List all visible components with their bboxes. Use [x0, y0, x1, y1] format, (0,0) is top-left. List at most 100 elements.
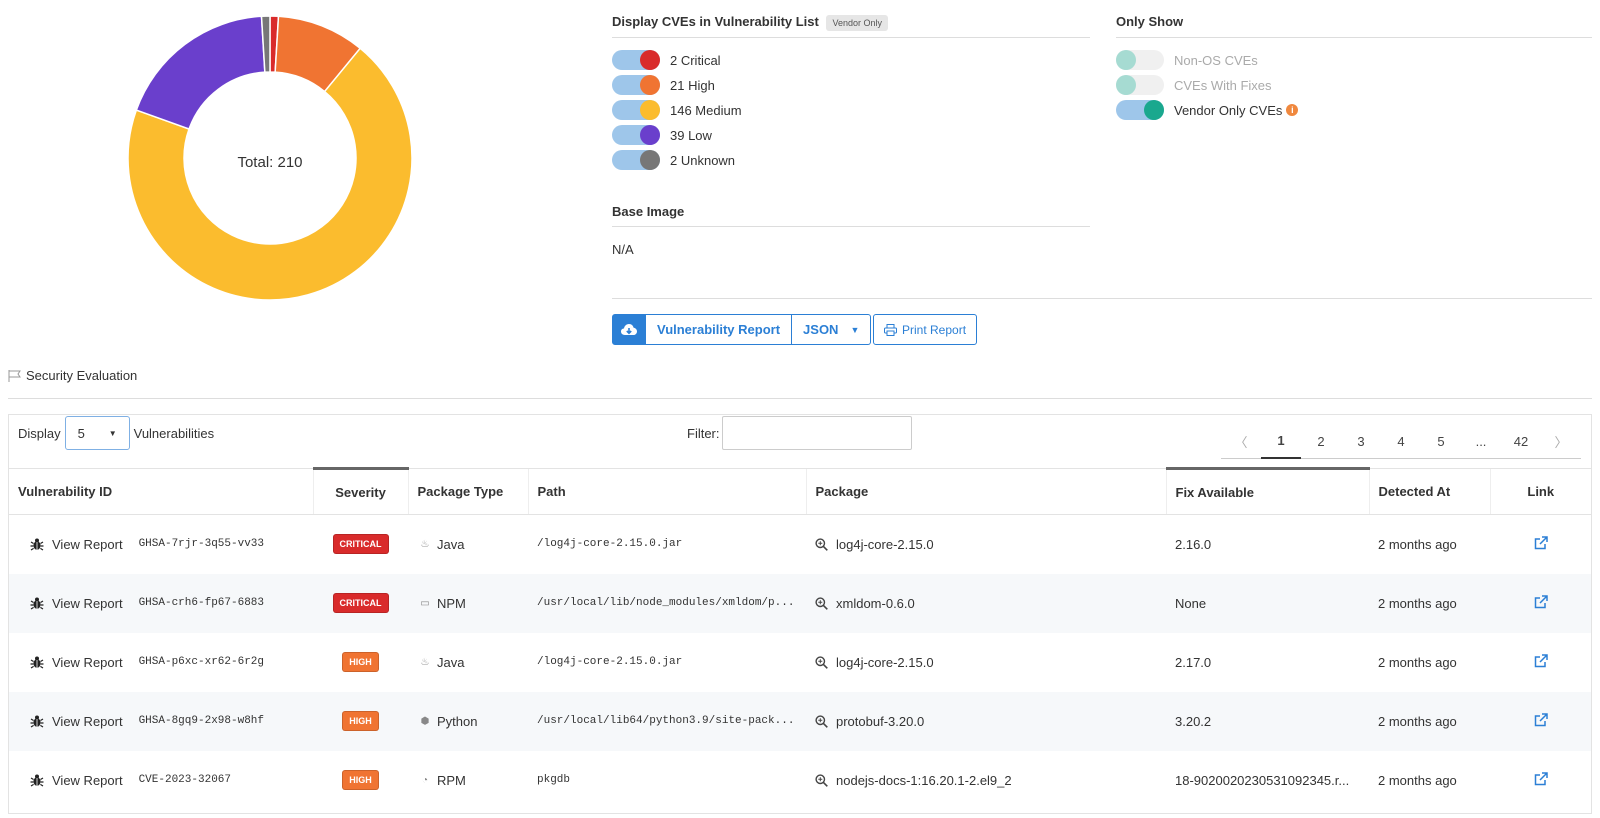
only-show-title: Only Show — [1116, 14, 1184, 29]
printer-icon — [884, 323, 897, 336]
col-detected-at[interactable]: Detected At — [1368, 468, 1490, 515]
external-link-icon[interactable] — [1534, 653, 1548, 668]
magnify-icon — [815, 714, 828, 728]
view-report-link[interactable]: View Report — [52, 537, 123, 552]
bug-icon — [30, 656, 44, 669]
pagination: 〈 1 2 3 4 5... 42 〉 — [1221, 423, 1581, 459]
severity-badge: HIGH — [342, 770, 379, 790]
view-report-link[interactable]: View Report — [52, 773, 123, 788]
vulnerability-report-button[interactable]: Vulnerability Report — [646, 314, 793, 345]
divider — [612, 37, 1090, 38]
severity-toggle-switch[interactable] — [612, 125, 660, 145]
only-show-toggle-switch[interactable] — [1116, 100, 1164, 120]
severity-toggle-row: 2 Unknown — [612, 149, 735, 171]
page-link[interactable]: 1 — [1261, 423, 1301, 459]
info-icon[interactable]: i — [1286, 104, 1299, 116]
next-page-icon[interactable]: 〉 — [1541, 423, 1581, 459]
page-link[interactable]: 3 — [1341, 423, 1381, 459]
only-show-toggle-switch[interactable] — [1116, 75, 1164, 95]
col-path[interactable]: Path — [527, 468, 806, 515]
display-cves-title-text: Display CVEs in Vulnerability List — [612, 14, 819, 29]
col-vulnerability-id[interactable]: Vulnerability ID — [9, 468, 313, 515]
path-cell: /log4j-core-2.15.0.jar — [537, 656, 683, 668]
only-show-toggle-label: CVEs With Fixes — [1174, 77, 1272, 93]
detected-at-cell: 2 months ago — [1369, 573, 1490, 633]
print-report-button[interactable]: Print Report — [873, 314, 978, 345]
external-link-icon[interactable] — [1534, 536, 1548, 550]
python-icon: ⬢ — [420, 715, 430, 727]
external-link-icon[interactable] — [1534, 712, 1548, 727]
severity-toggle-row: 2 Critical — [612, 49, 721, 71]
cloud-download-icon[interactable] — [612, 314, 646, 345]
vulnerability-id: GHSA-p6xc-xr62-6r2g — [138, 656, 264, 668]
fix-available-cell: 3.20.2 — [1166, 691, 1369, 751]
table-row: View Report GHSA-7rjr-3q55-vv33 CRITICAL … — [9, 515, 1591, 574]
link-cell — [1490, 751, 1591, 810]
severity-badge: HIGH — [342, 652, 379, 672]
base-image-value: N/A — [612, 242, 634, 257]
java-icon: ♨ — [420, 538, 430, 550]
vulnerability-table: Vulnerability ID Severity Package Type P… — [9, 467, 1591, 810]
severity-toggle-row: 21 High — [612, 74, 715, 96]
severity-toggle-switch[interactable] — [612, 75, 660, 95]
view-report-link[interactable]: View Report — [52, 714, 123, 729]
page-link[interactable]: ... — [1461, 423, 1501, 459]
package-name[interactable]: nodejs-docs-1:16.20.1-2.el9_2 — [836, 773, 1012, 788]
only-show-toggle-label: Non-OS CVEs — [1174, 52, 1258, 68]
external-link-icon[interactable] — [1534, 771, 1548, 786]
page-size-select[interactable]: 5 ▼ — [64, 416, 130, 450]
external-link-icon[interactable] — [1534, 594, 1548, 609]
vulnerability-id-cell: View Report GHSA-8gq9-2x98-w8hf — [9, 691, 313, 751]
bug-icon — [30, 774, 44, 787]
detected-at-cell: 2 months ago — [1369, 691, 1490, 751]
severity-toggle-row: 146 Medium — [612, 99, 742, 121]
package-type: Java — [437, 654, 465, 670]
table-row: View Report GHSA-8gq9-2x98-w8hf HIGH ⬢ Pyt… — [9, 691, 1591, 751]
col-fix-available[interactable]: Fix Available — [1165, 467, 1369, 515]
package-type-cell: ◔ RPM — [408, 751, 528, 810]
magnify-icon — [815, 773, 828, 787]
severity-toggle-switch[interactable] — [612, 50, 660, 70]
donut-total-label: Total: 210 — [237, 154, 303, 171]
only-show-toggle-switch[interactable] — [1116, 50, 1164, 70]
package-name[interactable]: xmldom-0.6.0 — [836, 596, 915, 611]
package-type: Java — [437, 536, 465, 552]
col-package[interactable]: Package — [805, 468, 1166, 515]
security-evaluation-header[interactable]: Security Evaluation — [8, 368, 137, 383]
severity-toggle-switch[interactable] — [612, 100, 660, 120]
filter-input[interactable] — [721, 416, 912, 450]
package-type-cell: ♨ Java — [408, 633, 528, 692]
only-show-toggle-row: Non-OS CVEs — [1116, 49, 1258, 71]
java-icon: ♨ — [420, 656, 430, 668]
package-name[interactable]: protobuf-3.20.0 — [836, 714, 924, 729]
severity-cell: HIGH — [313, 691, 408, 751]
package-name[interactable]: log4j-core-2.15.0 — [836, 655, 934, 670]
fix-available-cell: None — [1166, 573, 1369, 633]
pagination-pages: 1 2 3 4 5... 42 — [1261, 423, 1541, 459]
view-report-link[interactable]: View Report — [52, 596, 123, 611]
detected-at-cell: 2 months ago — [1378, 654, 1457, 670]
severity-toggle-row: 39 Low — [612, 124, 712, 146]
col-link[interactable]: Link — [1489, 468, 1591, 515]
col-severity[interactable]: Severity — [312, 467, 408, 515]
view-report-link[interactable]: View Report — [52, 655, 123, 670]
page-link[interactable]: 4 — [1381, 423, 1421, 459]
page-link[interactable]: 42 — [1501, 423, 1541, 459]
col-package-type[interactable]: Package Type — [407, 468, 528, 515]
page-link[interactable]: 2 — [1301, 423, 1341, 459]
link-cell — [1490, 633, 1591, 692]
only-show-toggle-row: CVEs With Fixes — [1116, 74, 1272, 96]
package-name[interactable]: log4j-core-2.15.0 — [836, 537, 934, 552]
page-link[interactable]: 5 — [1421, 423, 1461, 459]
bug-icon — [30, 597, 44, 610]
severity-toggle-switch[interactable] — [612, 150, 660, 170]
fix-available-cell: 18-9020020230531092345.r... — [1175, 772, 1350, 788]
severity-badge: CRITICAL — [332, 593, 389, 613]
donut-slice-low[interactable] — [135, 15, 266, 130]
link-cell — [1490, 573, 1591, 633]
severity-cell: CRITICAL — [313, 573, 408, 633]
detected-at-cell: 2 months ago — [1378, 536, 1457, 552]
prev-page-icon[interactable]: 〈 — [1221, 423, 1261, 459]
severity-toggle-label: 146 Medium — [670, 102, 742, 118]
format-dropdown[interactable]: JSON ▼ — [792, 314, 872, 345]
